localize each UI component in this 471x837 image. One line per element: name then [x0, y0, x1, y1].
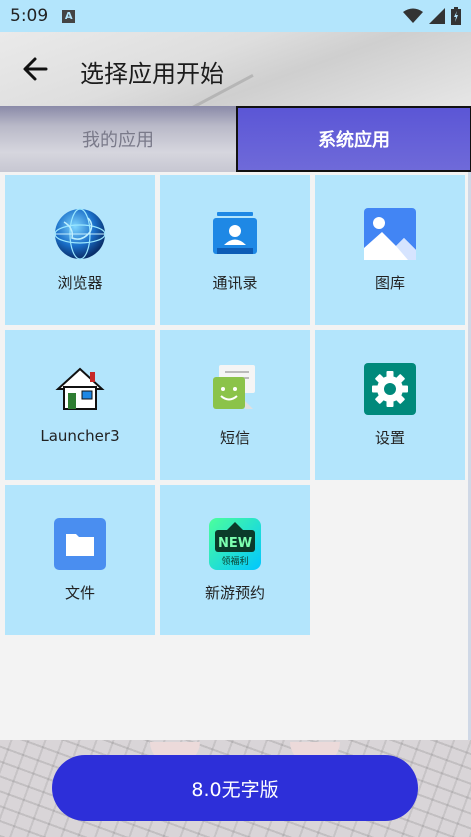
- status-icons: [403, 7, 461, 25]
- app-tile-contacts[interactable]: 通讯录: [160, 175, 310, 325]
- battery-icon: [451, 7, 461, 25]
- messages-icon: [213, 365, 255, 409]
- tab-bar: 我的应用 系统应用: [0, 106, 471, 172]
- contacts-icon: [213, 212, 257, 254]
- app-tile-launcher3[interactable]: Launcher3: [5, 330, 155, 480]
- tab-my-apps[interactable]: 我的应用: [0, 106, 236, 172]
- gallery-icon: [364, 208, 416, 260]
- notification-a-icon: A: [62, 9, 76, 23]
- tab-system-apps[interactable]: 系统应用: [236, 106, 471, 172]
- page-title: 选择应用开始: [80, 60, 224, 88]
- wifi-icon: [403, 8, 423, 23]
- status-time: 5:09: [10, 6, 49, 26]
- app-label: 浏览器: [57, 274, 103, 292]
- app-label: 短信: [219, 429, 250, 447]
- app-label: 通讯录: [212, 274, 258, 292]
- app-label: 设置: [374, 429, 405, 447]
- app-tile-browser[interactable]: 浏览器: [5, 175, 155, 325]
- folder-icon: [54, 518, 106, 570]
- app-tile-new-game[interactable]: NEW 领福利 新游预约: [160, 485, 310, 635]
- status-bar: 5:09 A: [0, 0, 471, 32]
- app-label: 文件: [64, 584, 95, 602]
- signal-icon: [429, 8, 445, 24]
- version-button[interactable]: 8.0无字版: [52, 755, 418, 821]
- new-badge-subtext: 领福利: [221, 555, 248, 567]
- home-launcher-icon: [55, 367, 105, 410]
- app-header: 选择应用开始: [0, 32, 471, 106]
- settings-gear-icon: [364, 363, 416, 415]
- app-label: 图库: [374, 274, 405, 292]
- app-label: Launcher3: [40, 427, 120, 445]
- back-button[interactable]: [18, 52, 54, 86]
- arrow-left-icon: [23, 57, 48, 81]
- app-tile-settings[interactable]: 设置: [315, 330, 465, 480]
- app-tile-messages[interactable]: 短信: [160, 330, 310, 480]
- app-grid: 浏览器 通讯录 图库 Launcher3 短信 设置 文件 NEW 领福利 新游…: [5, 175, 465, 635]
- globe-icon: [54, 208, 106, 260]
- app-label: 新游预约: [204, 584, 265, 602]
- new-game-icon: NEW 领福利: [209, 518, 261, 570]
- app-tile-files[interactable]: 文件: [5, 485, 155, 635]
- app-tile-gallery[interactable]: 图库: [315, 175, 465, 325]
- new-badge-text: NEW: [218, 536, 252, 551]
